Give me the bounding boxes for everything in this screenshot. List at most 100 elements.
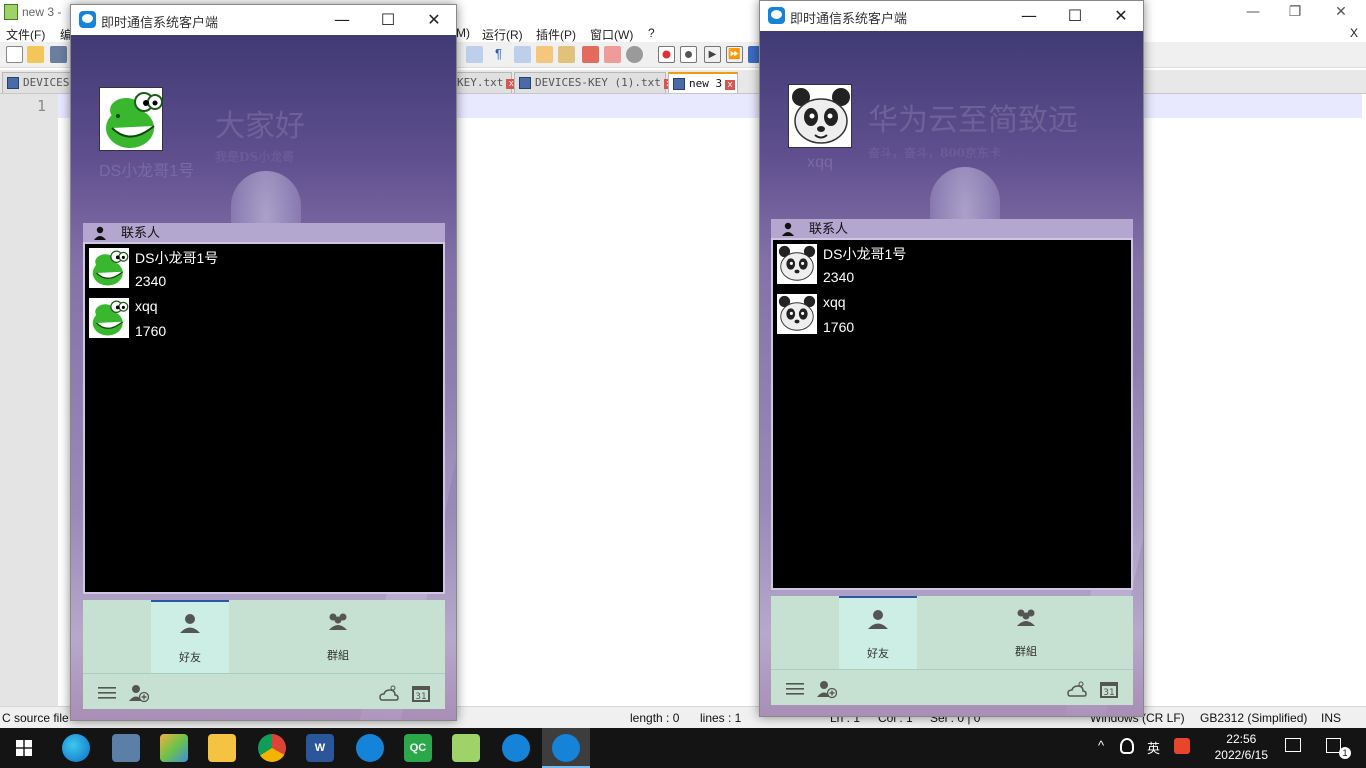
tool-row: 31 bbox=[83, 673, 445, 709]
file-icon bbox=[519, 77, 531, 89]
menu-run[interactable]: 运行(R) bbox=[482, 26, 523, 43]
profile-avatar[interactable] bbox=[99, 87, 163, 151]
tool-row: 31 bbox=[771, 669, 1133, 705]
npp-restore-button[interactable]: ❐ bbox=[1272, 0, 1318, 24]
im-titlebar: 即时通信系统客户端 — ☐ ✕ bbox=[71, 5, 456, 35]
record-macro-icon[interactable] bbox=[658, 46, 675, 63]
green-dinosaur-icon bbox=[100, 88, 162, 150]
calculator-icon[interactable] bbox=[112, 734, 140, 762]
minimize-button[interactable]: — bbox=[319, 5, 365, 35]
folder-workspace-icon[interactable] bbox=[582, 46, 599, 63]
tab-groups[interactable]: 群組 bbox=[299, 600, 377, 674]
im-window-title: 即时通信系统客户端 bbox=[790, 11, 908, 26]
add-friend-icon[interactable] bbox=[129, 683, 149, 703]
contact-item[interactable]: DS小龙哥1号 2340 bbox=[773, 240, 1131, 290]
contact-avatar bbox=[777, 244, 817, 284]
menu-macro[interactable]: M) bbox=[456, 26, 470, 40]
menu-plugins[interactable]: 插件(P) bbox=[536, 26, 576, 43]
monitor-icon[interactable] bbox=[604, 46, 621, 63]
profile-avatar[interactable] bbox=[788, 84, 852, 148]
profile-slogan: 华为云至简致远 bbox=[868, 103, 1078, 138]
paint-icon[interactable] bbox=[160, 734, 188, 762]
chevron-up-icon[interactable]: ^ bbox=[1098, 738, 1104, 753]
npp-doc-close[interactable]: X bbox=[1350, 26, 1358, 40]
tab-label: KEY.txt bbox=[457, 76, 504, 89]
minimize-button[interactable]: — bbox=[1006, 1, 1052, 31]
status-length: length : 0 bbox=[630, 711, 680, 725]
profile-signature: 我是DS小龙哥 bbox=[215, 150, 295, 164]
stop-macro-icon[interactable] bbox=[680, 46, 697, 63]
menu-help[interactable]: ? bbox=[648, 26, 655, 40]
menu-icon[interactable] bbox=[97, 683, 117, 703]
menu-file[interactable]: 文件(F) bbox=[6, 26, 45, 43]
contact-avatar bbox=[89, 298, 129, 338]
play-icon[interactable] bbox=[1285, 738, 1301, 752]
im-client-taskbar-icon[interactable] bbox=[356, 734, 384, 762]
contact-item[interactable]: xqq 1760 bbox=[773, 290, 1131, 340]
maximize-button[interactable]: ☐ bbox=[365, 5, 411, 35]
tab-groups-label: 群組 bbox=[1015, 646, 1037, 658]
open-folder-icon[interactable] bbox=[27, 46, 44, 63]
contacts-header-label: 联系人 bbox=[809, 221, 849, 236]
menu-window[interactable]: 窗口(W) bbox=[590, 26, 633, 43]
tab-friends[interactable]: 好友 bbox=[839, 596, 917, 670]
tab-groups[interactable]: 群組 bbox=[987, 596, 1065, 670]
function-list-icon[interactable] bbox=[558, 46, 575, 63]
windows-start-icon[interactable] bbox=[16, 740, 32, 756]
tab-friends[interactable]: 好友 bbox=[151, 600, 229, 674]
npp-close-button[interactable]: ✕ bbox=[1318, 0, 1364, 24]
tab-close-icon[interactable]: x bbox=[725, 80, 736, 90]
indent-guide-icon[interactable] bbox=[514, 46, 531, 63]
tab-devices-key-1[interactable]: DEVICES-KEY (1).txtx bbox=[514, 72, 674, 93]
qc-icon[interactable]: QC bbox=[404, 734, 432, 762]
contact-item[interactable]: DS小龙哥1号 2340 bbox=[85, 244, 443, 294]
file-icon bbox=[673, 78, 685, 90]
clock-date: 2022/6/15 bbox=[1214, 748, 1268, 762]
wrap-icon[interactable] bbox=[466, 46, 483, 63]
contact-score: 1760 bbox=[135, 323, 167, 339]
maximize-button[interactable]: ☐ bbox=[1052, 1, 1098, 31]
weather-icon[interactable] bbox=[379, 683, 399, 703]
profile-nickname: DS小龙哥1号 bbox=[99, 163, 195, 180]
im-client-window-left: 即时通信系统客户端 — ☐ ✕ DS小龙哥1号 大家好 我是DS小龙哥 联系人 bbox=[70, 4, 457, 721]
calendar-icon[interactable]: 31 bbox=[411, 683, 431, 703]
npp-minimize-button[interactable]: — bbox=[1230, 0, 1276, 24]
run-multiple-icon[interactable]: ⏩ bbox=[726, 46, 743, 63]
close-button[interactable]: ✕ bbox=[1098, 1, 1143, 31]
im-client-taskbar-icon[interactable] bbox=[502, 734, 530, 762]
play-macro-icon[interactable]: ▶ bbox=[704, 46, 721, 63]
menu-icon[interactable] bbox=[785, 679, 805, 699]
chrome-icon[interactable] bbox=[258, 734, 286, 762]
tab-new-3[interactable]: new 3x bbox=[668, 72, 738, 93]
cloud-icon[interactable] bbox=[626, 46, 643, 63]
person-icon bbox=[180, 614, 200, 633]
contact-avatar bbox=[89, 248, 129, 288]
tab-key[interactable]: KEY.txt x bbox=[452, 72, 517, 93]
save-icon[interactable] bbox=[50, 46, 67, 63]
qq-icon[interactable] bbox=[1120, 738, 1134, 754]
im-client-taskbar-icon[interactable] bbox=[552, 734, 580, 762]
contact-name: DS小龙哥1号 bbox=[823, 246, 907, 262]
close-button[interactable]: ✕ bbox=[411, 5, 456, 35]
pilcrow-icon[interactable]: ¶ bbox=[490, 46, 507, 63]
status-mode: INS bbox=[1321, 711, 1342, 725]
tab-groups-label: 群組 bbox=[327, 650, 349, 662]
new-file-icon[interactable] bbox=[6, 46, 23, 63]
edge-browser-icon[interactable] bbox=[62, 734, 90, 762]
ime-indicator[interactable]: 英 bbox=[1147, 738, 1160, 757]
line-number: 1 bbox=[36, 97, 46, 115]
calendar-icon[interactable]: 31 bbox=[1099, 679, 1119, 699]
contact-name: xqq bbox=[135, 298, 158, 314]
weather-icon[interactable] bbox=[1067, 679, 1087, 699]
tab-devices[interactable]: DEVICES- bbox=[2, 72, 76, 93]
tab-label: DEVICES-KEY (1).txt bbox=[535, 76, 661, 89]
file-explorer-icon[interactable] bbox=[208, 734, 236, 762]
clock[interactable]: 22:56 2022/6/15 bbox=[1215, 731, 1268, 763]
contact-item[interactable]: xqq 1760 bbox=[85, 294, 443, 344]
sogou-icon[interactable] bbox=[1174, 738, 1190, 754]
add-friend-icon[interactable] bbox=[817, 679, 837, 699]
doc-map-icon[interactable] bbox=[536, 46, 553, 63]
word-icon[interactable]: W bbox=[306, 734, 334, 762]
contacts-header: 联系人 bbox=[771, 219, 1133, 239]
notepad-plus-plus-icon[interactable] bbox=[452, 734, 480, 762]
